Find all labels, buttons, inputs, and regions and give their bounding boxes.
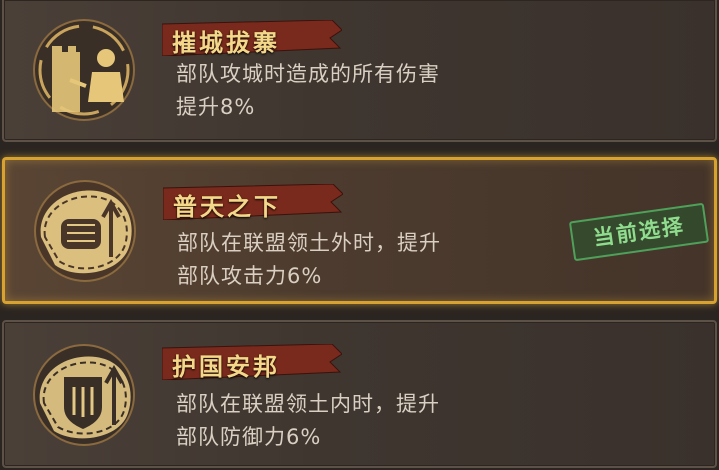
skill-title: 护国安邦	[172, 352, 280, 381]
skill-list: 摧城拔寨 部队攻城时造成的所有伤害 提升8% 普天之下 部队在联盟领土外时，提升…	[0, 0, 719, 470]
skill-description: 部队在联盟领土内时，提升 部队防御力6%	[176, 388, 440, 454]
skill-description: 部队在联盟领土外时，提升 部队攻击力6%	[177, 227, 441, 293]
skill-desc-line: 部队防御力6%	[176, 425, 322, 449]
skill-desc-line: 部队攻击力6%	[177, 264, 323, 288]
skill-card-defense[interactable]: 护国安邦 部队在联盟领土内时，提升 部队防御力6%	[2, 320, 717, 468]
skill-card-siege[interactable]: 摧城拔寨 部队攻城时造成的所有伤害 提升8%	[2, 0, 717, 142]
castle-warrior-icon	[26, 16, 142, 124]
skill-description: 部队攻城时造成的所有伤害 提升8%	[176, 58, 440, 124]
skill-desc-line: 部队攻城时造成的所有伤害	[176, 62, 440, 86]
fist-icon	[27, 177, 143, 285]
skill-desc-line: 提升8%	[176, 95, 256, 119]
skill-title: 普天之下	[173, 192, 281, 221]
shield-icon	[26, 341, 142, 449]
skill-title-banner: 摧城拔寨	[162, 20, 342, 57]
skill-desc-line: 部队在联盟领土内时，提升	[176, 392, 440, 416]
skill-title: 摧城拔寨	[172, 28, 280, 57]
skill-desc-line: 部队在联盟领土外时，提升	[177, 231, 441, 255]
current-selection-badge: 当前选择	[568, 202, 710, 262]
skill-card-attack[interactable]: 普天之下 部队在联盟领土外时，提升 部队攻击力6% 当前选择	[2, 157, 717, 304]
skill-title-banner: 普天之下	[163, 184, 343, 221]
skill-title-banner: 护国安邦	[162, 344, 342, 381]
